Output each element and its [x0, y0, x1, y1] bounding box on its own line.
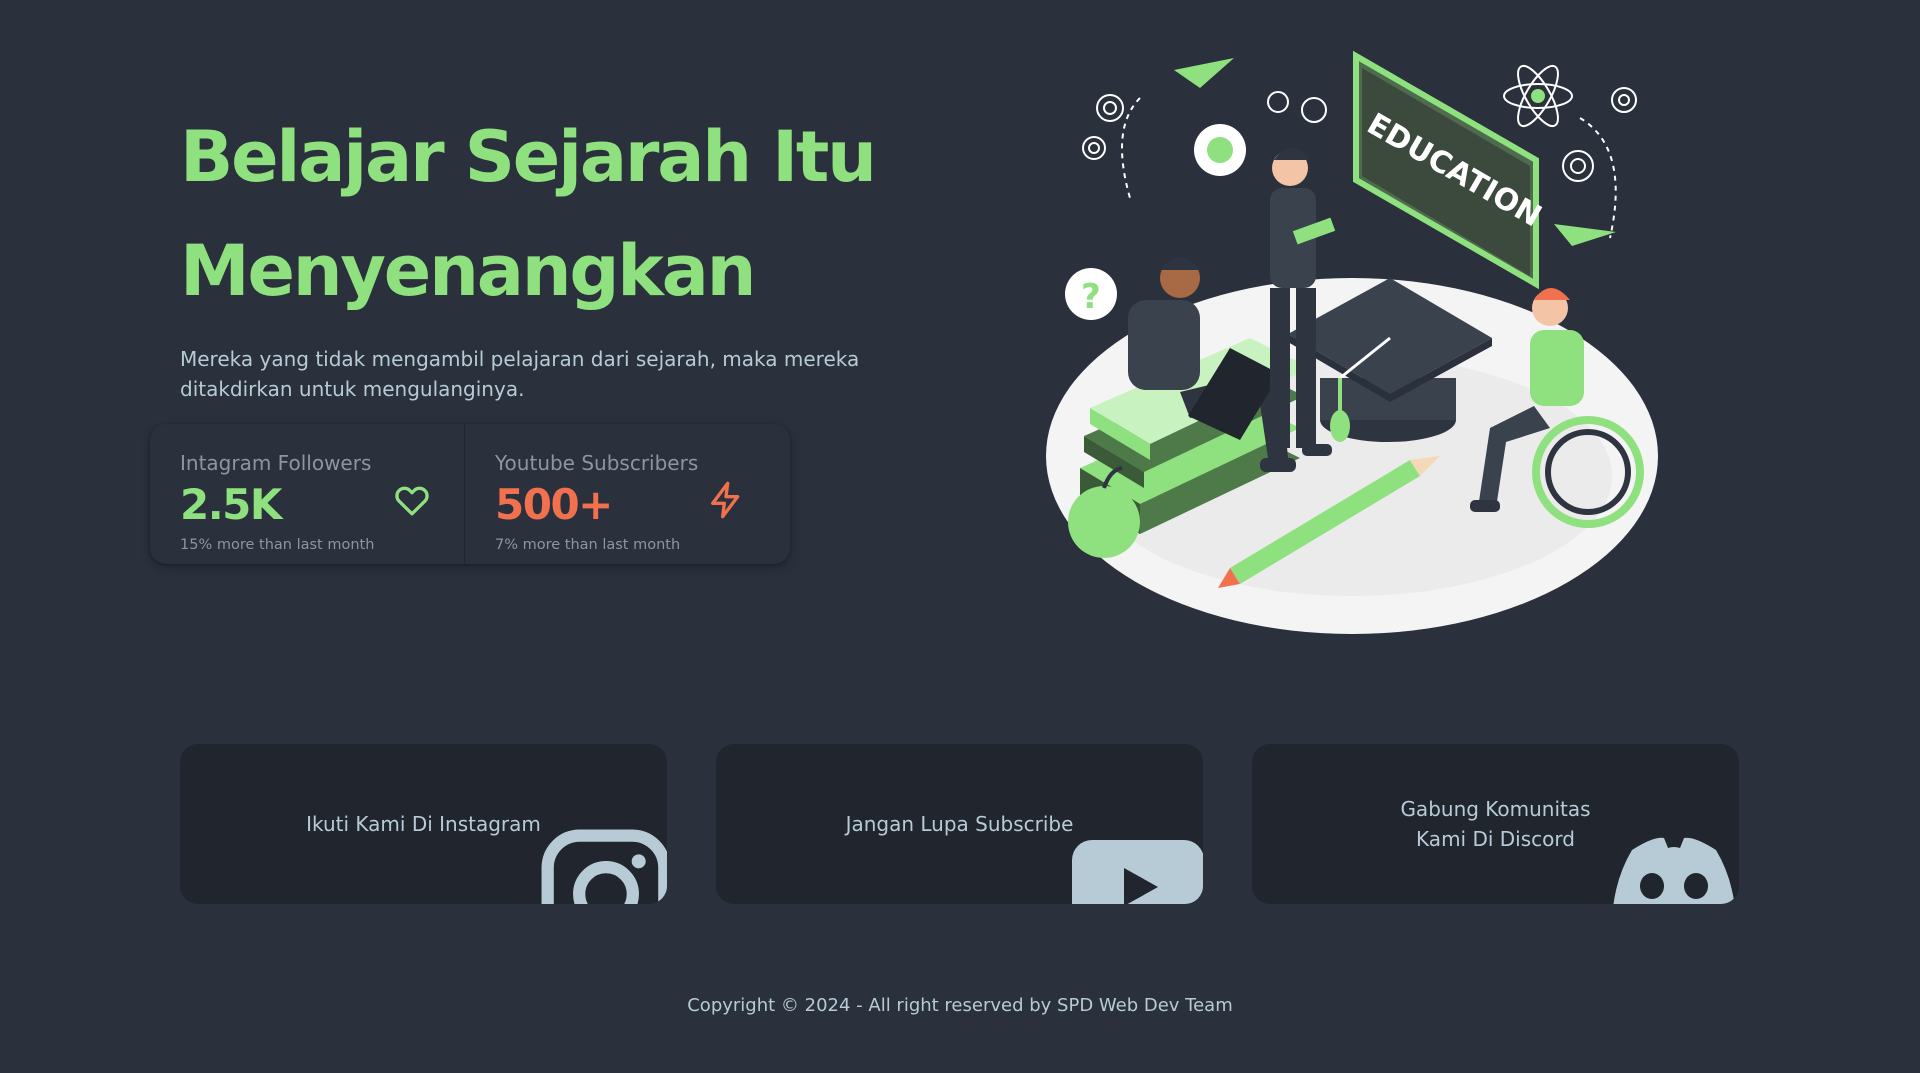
stat-title: Intagram Followers [180, 451, 372, 475]
hero-subtitle: Mereka yang tidak mengambil pelajaran da… [180, 344, 900, 404]
hero-title-line1: Belajar Sejarah Itu [180, 116, 877, 198]
stat-instagram-followers: Intagram Followers 2.5K 15% more than la… [150, 424, 464, 564]
instagram-card[interactable]: Ikuti Kami Di Instagram [180, 744, 667, 904]
instagram-card-label: Ikuti Kami Di Instagram [306, 812, 541, 836]
hero-title-line2: Menyenangkan [180, 230, 757, 312]
chalkboard: EDUCATION [1353, 50, 1547, 290]
stat-youtube-subscribers: Youtube Subscribers 500+ 7% more than la… [464, 424, 778, 564]
youtube-card[interactable]: Jangan Lupa Subscribe [716, 744, 1203, 904]
stats-panel: Intagram Followers 2.5K 15% more than la… [150, 424, 790, 564]
stat-title: Youtube Subscribers [495, 451, 699, 475]
discord-card[interactable]: Gabung Komunitas Kami Di Discord [1252, 744, 1739, 904]
svg-text:?: ? [1081, 277, 1101, 317]
hero-title: Belajar Sejarah Itu Menyenangkan [180, 100, 940, 328]
instagram-icon [541, 829, 667, 904]
youtube-card-label: Jangan Lupa Subscribe [845, 812, 1074, 836]
stat-description: 15% more than last month [180, 537, 375, 553]
discord-card-label: Gabung Komunitas Kami Di Discord [1400, 797, 1591, 851]
lightning-icon [711, 481, 740, 519]
hero-subtitle-line2: ditakdirkan untuk mengulanginya. [180, 377, 525, 401]
stat-description: 7% more than last month [495, 537, 681, 553]
footer-copyright: Copyright © 2024 - All right reserved by… [687, 995, 1233, 1016]
social-cards: Ikuti Kami Di Instagram Jangan Lupa Subs… [180, 744, 1740, 904]
heart-icon [395, 486, 429, 516]
discord-icon [1613, 837, 1735, 904]
youtube-icon [1072, 840, 1203, 904]
education-illustration: EDUCATION ? [1046, 50, 1658, 634]
hero-subtitle-line1: Mereka yang tidak mengambil pelajaran da… [180, 347, 860, 371]
